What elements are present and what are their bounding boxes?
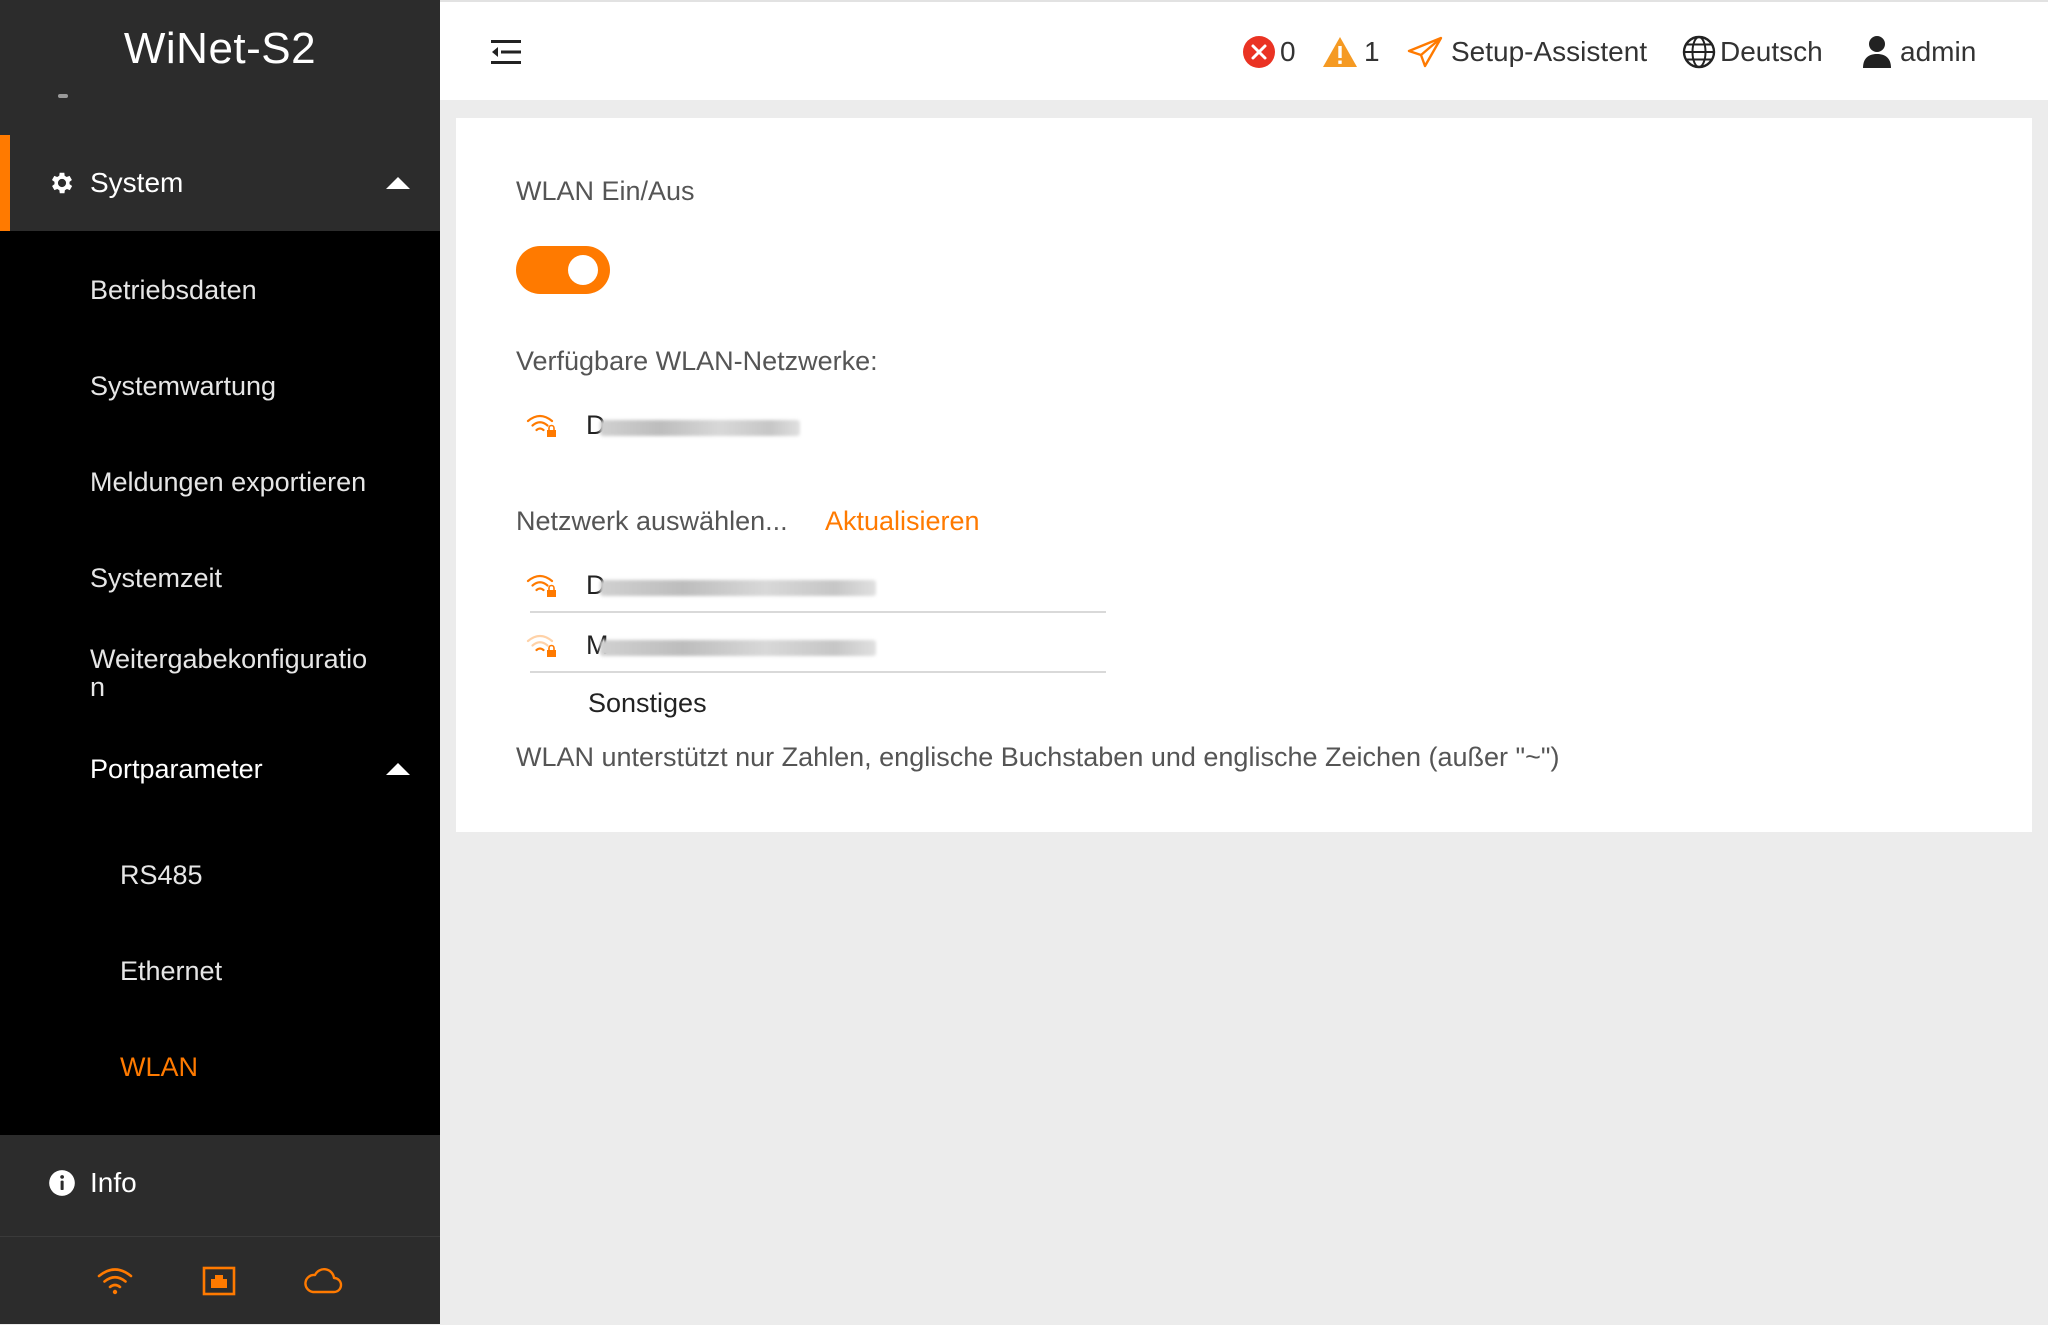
caret-up-icon (386, 177, 410, 189)
wifi-icon[interactable] (95, 1263, 135, 1299)
redacted-ssid (600, 640, 876, 656)
wlan-charset-note: WLAN unterstützt nur Zahlen, englische B… (516, 742, 1560, 772)
status-bar (0, 1236, 440, 1325)
sidebar-item-systemwartung[interactable]: Systemwartung (90, 372, 276, 400)
user-label: admin (1900, 36, 1977, 67)
sidebar-item-meldungen-exportieren[interactable]: Meldungen exportieren (90, 468, 366, 496)
error-icon (1243, 36, 1275, 68)
wifi-weak-lock-icon (526, 634, 556, 657)
refresh-link[interactable]: Aktualisieren (825, 506, 980, 537)
cloud-icon[interactable] (303, 1263, 343, 1299)
setup-assistant-button[interactable]: Setup-Assistent (1407, 32, 1647, 72)
sidebar-item-label-wrap: n (90, 672, 106, 702)
redacted-ssid (600, 580, 876, 596)
select-network-label: Netzwerk auswählen... (516, 506, 788, 536)
sidebar-item-betriebsdaten[interactable]: Betriebsdaten (90, 276, 257, 304)
sidebar-item-ethernet[interactable]: Ethernet (120, 957, 222, 985)
top-header: 0 1 Setup-Assistent Deutsch admin (440, 0, 2048, 100)
scroll-indicator (58, 94, 68, 98)
wlan-toggle-label: WLAN Ein/Aus (516, 176, 695, 206)
setup-assistant-label: Setup-Assistent (1451, 36, 1648, 67)
warning-icon (1323, 37, 1357, 67)
sidebar-item-portparameter[interactable]: Portparameter (90, 755, 410, 783)
menu-collapse-icon[interactable] (490, 38, 522, 66)
paper-plane-icon (1407, 36, 1443, 68)
caret-up-icon (386, 763, 410, 775)
divider (530, 611, 1106, 613)
info-icon (47, 1168, 77, 1198)
divider (530, 671, 1106, 673)
globe-icon (1682, 35, 1716, 69)
error-indicator[interactable]: 0 (1242, 32, 1296, 72)
wifi-lock-icon (526, 574, 556, 597)
user-menu[interactable]: admin (1862, 32, 1976, 72)
warning-indicator[interactable]: 1 (1322, 32, 1380, 72)
warning-count: 1 (1364, 36, 1380, 67)
sidebar-item-label: Portparameter (90, 754, 263, 784)
app-title: WiNet-S2 (123, 24, 317, 73)
network-list-item[interactable]: M (516, 626, 1166, 666)
language-label: Deutsch (1720, 36, 1823, 67)
sidebar-item-rs485[interactable]: RS485 (120, 861, 203, 889)
available-networks-label: Verfügbare WLAN-Netzwerke: (516, 346, 878, 376)
sidebar-item-label: Weitergabekonfiguratio (90, 644, 368, 674)
sidebar-item-info[interactable]: Info (0, 1135, 440, 1231)
wlan-settings-card: WLAN Ein/Aus Verfügbare WLAN-Netzwerke: … (456, 118, 2032, 832)
gear-icon (47, 168, 77, 198)
connected-network[interactable]: D (516, 406, 1116, 446)
language-selector[interactable]: Deutsch (1682, 32, 1823, 72)
ethernet-icon[interactable] (199, 1263, 239, 1299)
sidebar: WiNet-S2 System Betriebsdaten Systemwart… (0, 0, 440, 1324)
wifi-lock-icon (526, 414, 556, 437)
sidebar-item-weitergabekonfiguration[interactable]: Weitergabekonfiguratio n (90, 645, 367, 701)
sidebar-item-label: System (90, 167, 184, 198)
toggle-knob (568, 255, 598, 285)
user-icon (1863, 36, 1891, 68)
active-indicator (0, 135, 10, 231)
redacted-ssid (600, 420, 800, 436)
wlan-toggle[interactable] (516, 246, 610, 294)
network-list-item[interactable]: D (516, 566, 1166, 606)
sidebar-item-wlan[interactable]: WLAN (120, 1053, 198, 1081)
system-submenu: Betriebsdaten Systemwartung Meldungen ex… (0, 231, 440, 1135)
sidebar-item-systemzeit[interactable]: Systemzeit (90, 564, 222, 592)
other-network-option[interactable]: Sonstiges (588, 688, 707, 719)
sidebar-item-system[interactable]: System (0, 135, 440, 231)
sidebar-item-label: Info (90, 1167, 137, 1198)
error-count: 0 (1280, 36, 1296, 67)
